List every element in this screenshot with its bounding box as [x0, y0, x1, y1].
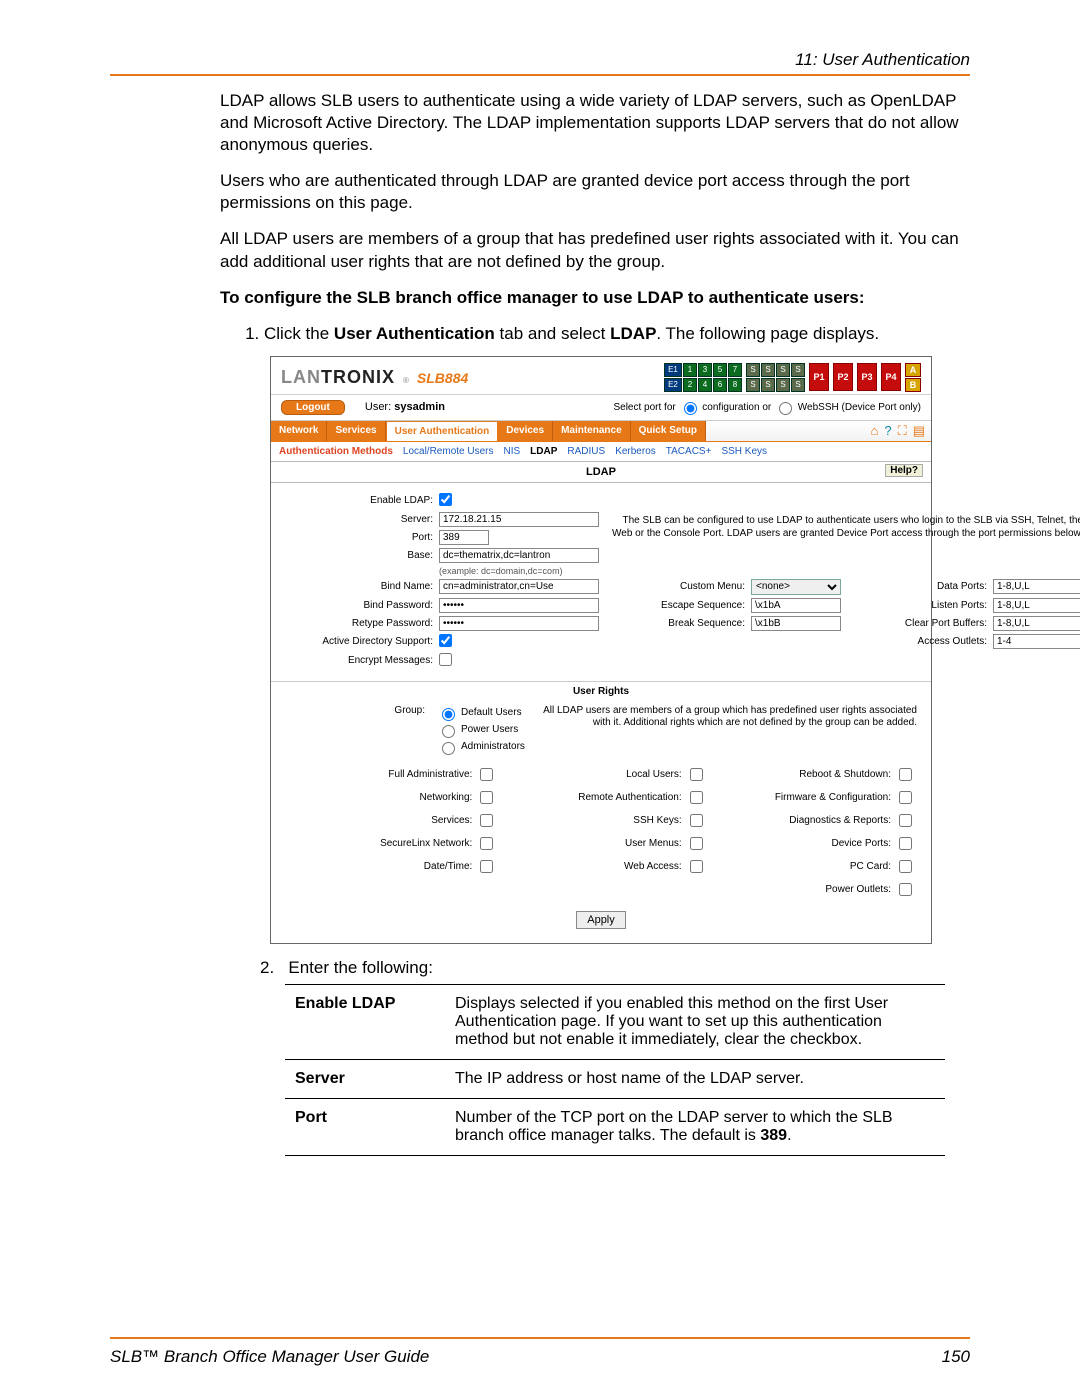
- chk-ssh-keys[interactable]: [690, 814, 703, 827]
- port-status-panel: E11357 E22468 SSSS SSSS P1 P2 P3 P4 A B: [664, 363, 921, 392]
- home-icon[interactable]: ⌂: [871, 423, 879, 438]
- footer-rule: [110, 1337, 970, 1339]
- footer-title: SLB™ Branch Office Manager User Guide: [110, 1347, 429, 1367]
- desc-text-port: Number of the TCP port on the LDAP serve…: [445, 1098, 945, 1155]
- input-access-outlets[interactable]: [993, 634, 1080, 649]
- chk-device-ports[interactable]: [899, 837, 912, 850]
- tab-services[interactable]: Services: [327, 421, 385, 441]
- desc-label-server: Server: [285, 1059, 445, 1098]
- subnav-tacacs[interactable]: TACACS+: [666, 446, 712, 457]
- input-port[interactable]: [439, 530, 489, 545]
- tab-devices[interactable]: Devices: [498, 421, 553, 441]
- list-icon[interactable]: ▤: [913, 423, 925, 439]
- help-icon[interactable]: ?: [884, 423, 891, 438]
- checkbox-encrypt[interactable]: [439, 653, 452, 666]
- footer-page: 150: [942, 1347, 970, 1367]
- main-tabs[interactable]: Network Services User Authentication Dev…: [271, 420, 931, 442]
- header-rule: [110, 74, 970, 76]
- auth-subnav[interactable]: Authentication Methods Local/Remote User…: [271, 442, 931, 462]
- input-base[interactable]: [439, 548, 599, 563]
- help-button[interactable]: Help?: [885, 464, 923, 477]
- ldap-screenshot: LANTRONIX ® SLB884 E11357 E22468 SSSS SS…: [270, 356, 932, 944]
- expand-icon[interactable]: ⛶: [898, 423, 907, 439]
- desc-label-enable-ldap: Enable LDAP: [285, 984, 445, 1059]
- tab-quick-setup[interactable]: Quick Setup: [631, 421, 706, 441]
- subnav-local-remote-users[interactable]: Local/Remote Users: [403, 446, 494, 457]
- checkbox-ads[interactable]: [439, 634, 452, 647]
- chk-user-menus[interactable]: [690, 837, 703, 850]
- desc-label-port: Port: [285, 1098, 445, 1155]
- input-data-ports[interactable]: [993, 579, 1080, 594]
- subnav-kerberos[interactable]: Kerberos: [615, 446, 656, 457]
- input-bind-name[interactable]: [439, 579, 599, 594]
- chk-local-users[interactable]: [690, 768, 703, 781]
- apply-button[interactable]: Apply: [576, 911, 626, 929]
- field-description-table: Enable LDAP Displays selected if you ena…: [285, 984, 945, 1156]
- checkbox-enable-ldap[interactable]: [439, 493, 452, 506]
- paragraph-3: All LDAP users are members of a group th…: [220, 228, 970, 272]
- paragraph-1: LDAP allows SLB users to authenticate us…: [220, 90, 970, 156]
- tab-network[interactable]: Network: [271, 421, 327, 441]
- subnav-ssh-keys[interactable]: SSH Keys: [721, 446, 767, 457]
- input-clear-port[interactable]: [993, 616, 1080, 631]
- chapter-header: 11: User Authentication: [110, 50, 970, 70]
- procedure-heading: To configure the SLB branch office manag…: [220, 287, 970, 309]
- input-break-seq[interactable]: [751, 616, 841, 631]
- select-custom-menu[interactable]: <none>: [751, 579, 841, 595]
- subnav-radius[interactable]: RADIUS: [567, 446, 605, 457]
- user-rights-heading: User Rights: [271, 681, 931, 701]
- logout-button[interactable]: Logout: [281, 400, 345, 415]
- chk-securelinx[interactable]: [480, 837, 493, 850]
- chk-diagnostics[interactable]: [899, 814, 912, 827]
- input-escape-seq[interactable]: [751, 598, 841, 613]
- tab-maintenance[interactable]: Maintenance: [553, 421, 631, 441]
- port-mode-selector[interactable]: Select port for configuration or WebSSH …: [613, 399, 921, 416]
- subnav-nis[interactable]: NIS: [503, 446, 520, 457]
- desc-text-enable-ldap: Displays selected if you enabled this me…: [445, 984, 945, 1059]
- chk-reboot-shutdown[interactable]: [899, 768, 912, 781]
- chk-full-admin[interactable]: [480, 768, 493, 781]
- tab-user-authentication[interactable]: User Authentication: [386, 421, 499, 441]
- user-rights-info: All LDAP users are members of a group wh…: [537, 705, 917, 755]
- input-listen-ports[interactable]: [993, 598, 1080, 613]
- chk-web-access[interactable]: [690, 860, 703, 873]
- desc-text-server: The IP address or host name of the LDAP …: [445, 1059, 945, 1098]
- chk-pc-card[interactable]: [899, 860, 912, 873]
- subnav-auth-methods[interactable]: Authentication Methods: [279, 446, 393, 457]
- input-server[interactable]: [439, 512, 599, 527]
- chk-firmware[interactable]: [899, 791, 912, 804]
- group-radio-set[interactable]: Default Users Power Users Administrators: [437, 705, 525, 755]
- label-enable-ldap: Enable LDAP:: [283, 495, 433, 506]
- ldap-info-text: The SLB can be configured to use LDAP to…: [605, 515, 1080, 540]
- chk-services[interactable]: [480, 814, 493, 827]
- chk-networking[interactable]: [480, 791, 493, 804]
- chk-datetime[interactable]: [480, 860, 493, 873]
- section-title: LDAP Help?: [271, 462, 931, 483]
- step-2: 2. Enter the following:: [260, 958, 970, 978]
- chk-power-outlets[interactable]: [899, 883, 912, 896]
- paragraph-2: Users who are authenticated through LDAP…: [220, 170, 970, 214]
- subnav-ldap[interactable]: LDAP: [530, 446, 557, 457]
- chk-remote-auth[interactable]: [690, 791, 703, 804]
- input-retype-password[interactable]: [439, 616, 599, 631]
- step-1: Click the User Authentication tab and se…: [264, 323, 970, 346]
- app-logo: LANTRONIX ® SLB884: [281, 367, 468, 388]
- input-bind-password[interactable]: [439, 598, 599, 613]
